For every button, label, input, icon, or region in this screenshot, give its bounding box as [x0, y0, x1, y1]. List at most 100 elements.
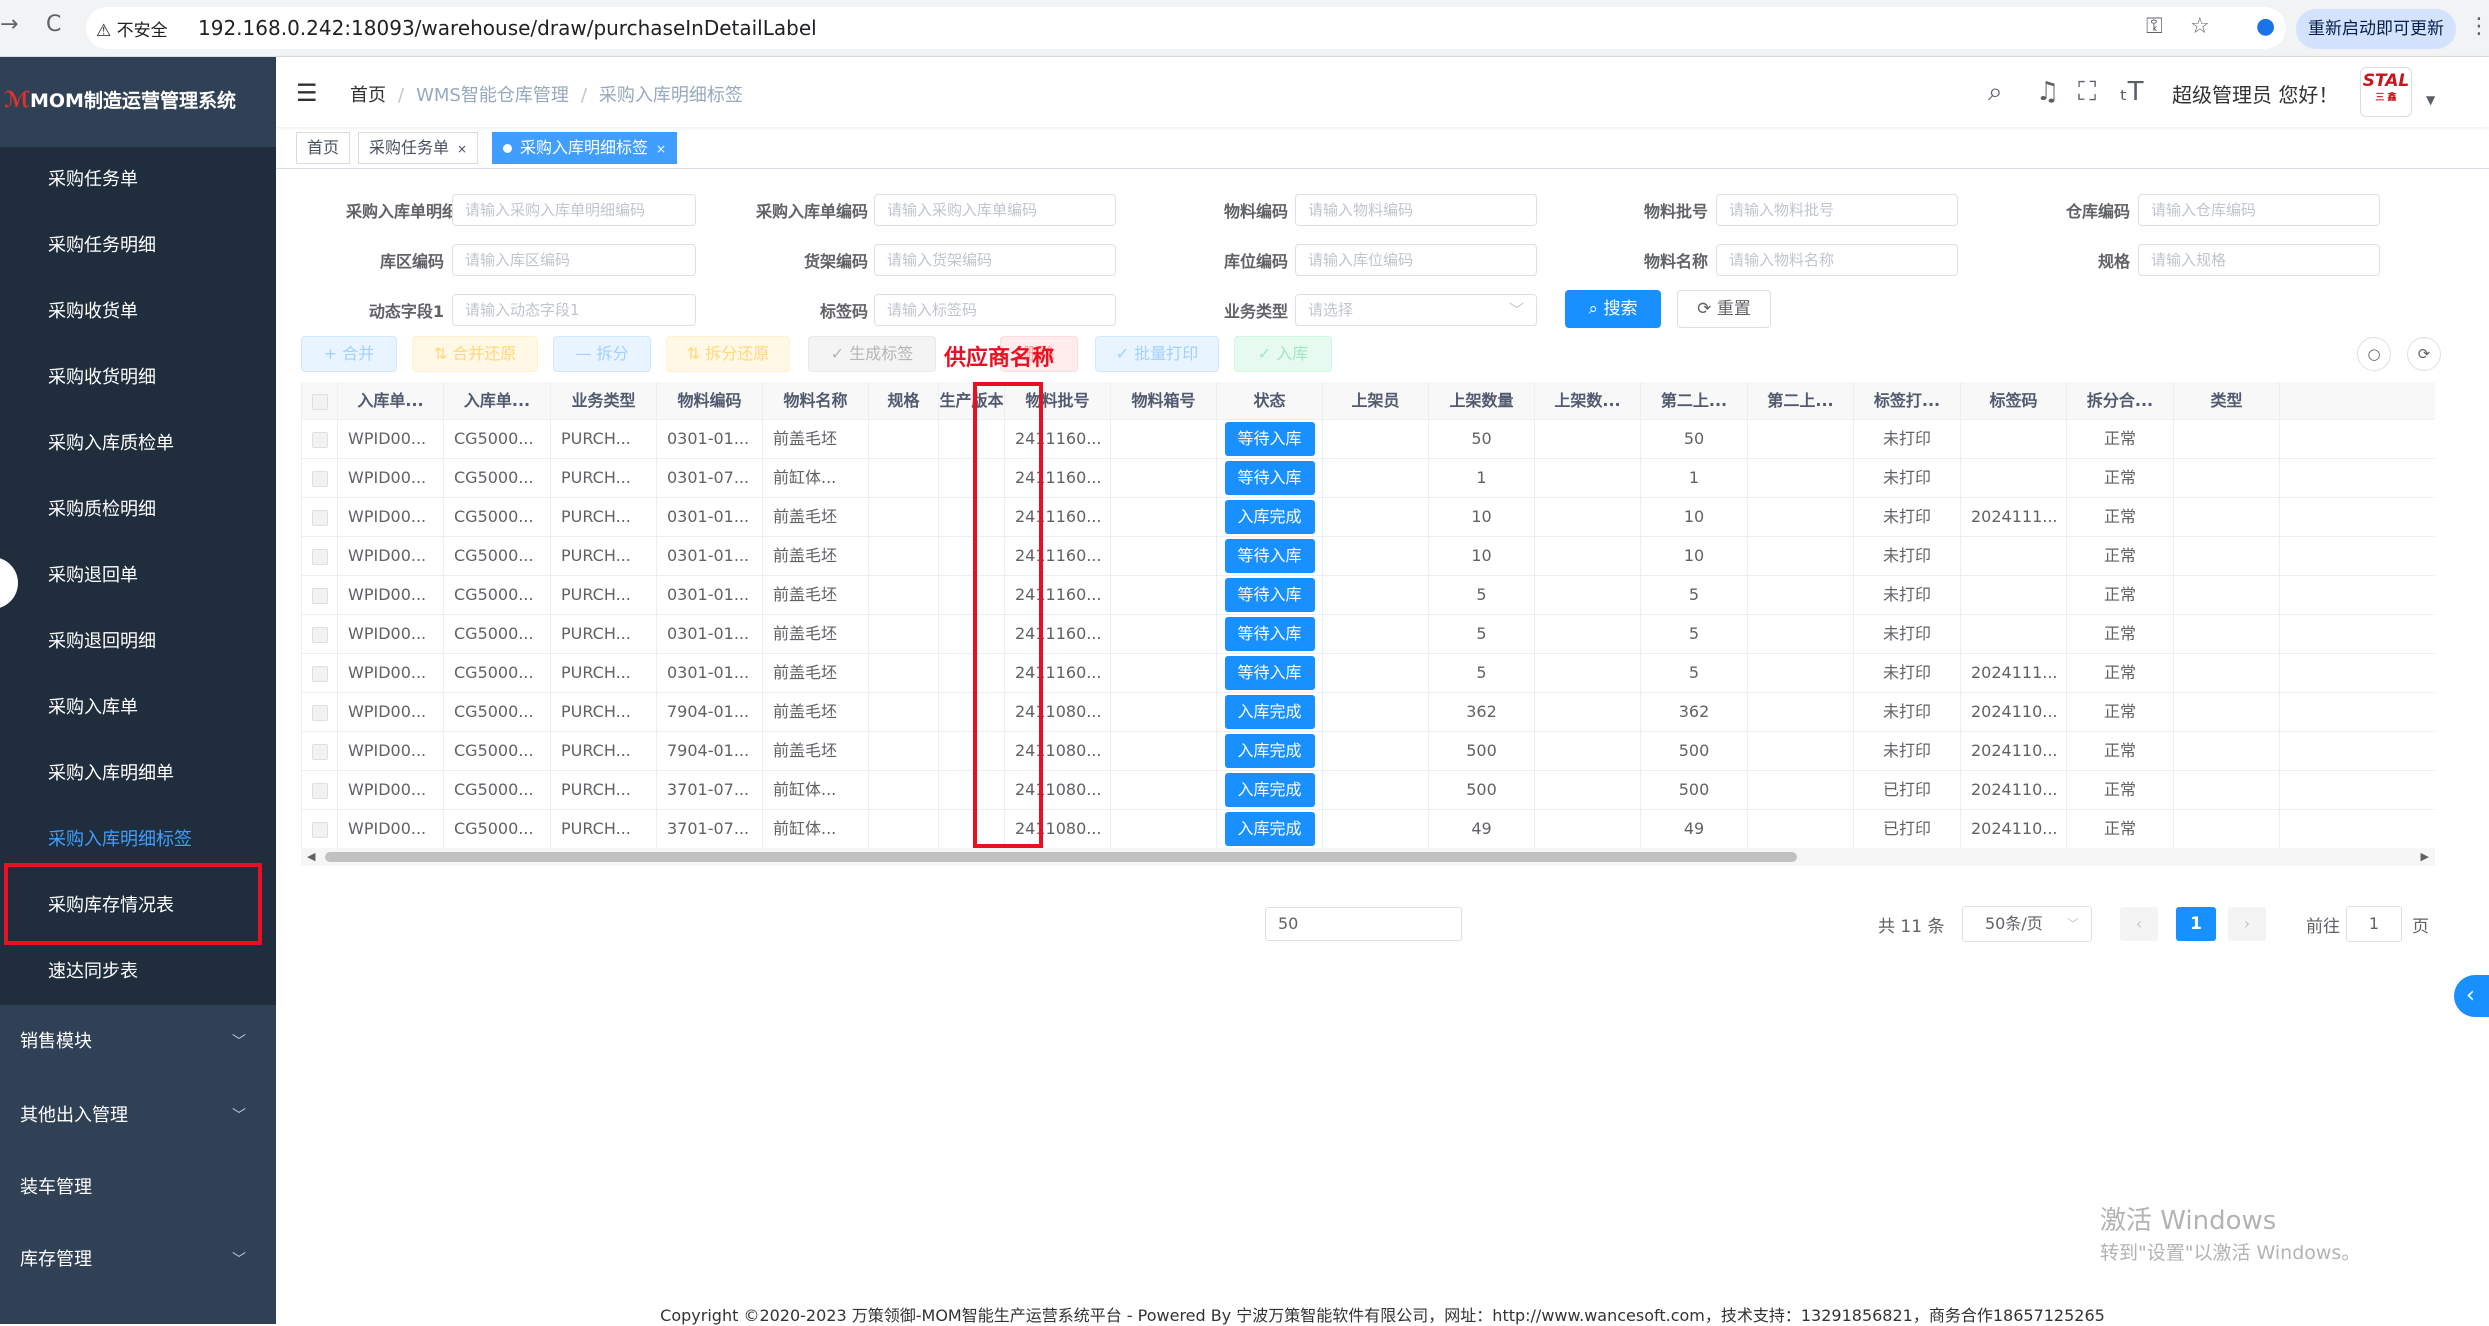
- split-button[interactable]: — 拆分: [553, 336, 651, 372]
- filter-input-material-name[interactable]: 请输入物料名称: [1716, 244, 1958, 276]
- avatar[interactable]: STAL 三 鑫: [2360, 67, 2412, 117]
- prev-page-button[interactable]: ‹: [2120, 907, 2158, 941]
- reload-icon[interactable]: C: [46, 12, 61, 37]
- status-badge[interactable]: 入库完成: [1224, 733, 1315, 768]
- status-badge[interactable]: 入库完成: [1224, 499, 1315, 534]
- per-page-select[interactable]: 50条/页 ﹀: [1962, 906, 2092, 942]
- scrollbar-thumb[interactable]: [325, 852, 1797, 862]
- column-header[interactable]: 物料编码: [657, 382, 763, 419]
- url-text[interactable]: 192.168.0.242:18093/warehouse/draw/purch…: [198, 16, 817, 40]
- batch-print-button[interactable]: ✓ 批量打印: [1095, 336, 1219, 372]
- row-checkbox-cell[interactable]: [302, 576, 338, 614]
- horizontal-scrollbar[interactable]: ◀ ▶: [301, 848, 2435, 866]
- filter-input-dynamic1[interactable]: 请输入动态字段1: [452, 294, 696, 326]
- column-header[interactable]: 标签打...: [1854, 382, 1961, 419]
- filter-input-warehouse-code[interactable]: 请输入仓库编码: [2138, 194, 2380, 226]
- tag-purchase-inbound-label[interactable]: 采购入库明细标签 ×: [492, 132, 678, 164]
- next-page-button[interactable]: ›: [2228, 907, 2266, 941]
- goto-page-input[interactable]: 1: [2346, 906, 2402, 942]
- status-badge[interactable]: 入库完成: [1224, 811, 1315, 846]
- toggle-search-icon[interactable]: ○: [2357, 337, 2391, 371]
- status-badge[interactable]: 入库完成: [1224, 772, 1315, 807]
- sidebar-item-purchase-qc[interactable]: 采购入库质检单: [0, 411, 276, 477]
- checkbox-icon[interactable]: [311, 587, 328, 604]
- row-checkbox-cell[interactable]: [302, 771, 338, 809]
- bell-icon[interactable]: ♫: [2036, 77, 2059, 107]
- hamburger-icon[interactable]: ☰: [296, 79, 318, 107]
- merge-button[interactable]: + 合并: [301, 336, 397, 372]
- page-size-input[interactable]: 50: [1265, 907, 1462, 941]
- row-checkbox-cell[interactable]: [302, 732, 338, 770]
- status-badge[interactable]: 入库完成: [1224, 694, 1315, 729]
- checkbox-icon[interactable]: [311, 665, 328, 682]
- checkbox-icon[interactable]: [311, 431, 328, 448]
- sidebar-item-suda-sync[interactable]: 速达同步表: [0, 939, 276, 1005]
- row-checkbox-cell[interactable]: [302, 654, 338, 692]
- checkbox-icon[interactable]: [311, 393, 328, 410]
- row-checkbox-cell[interactable]: [302, 498, 338, 536]
- generate-label-button[interactable]: ✓ 生成标签: [808, 336, 936, 372]
- column-header[interactable]: 上架员: [1323, 382, 1429, 419]
- column-header[interactable]: 物料名称: [763, 382, 869, 419]
- filter-input-detail-code[interactable]: 请输入采购入库单明细编码: [452, 194, 696, 226]
- star-icon[interactable]: ☆: [2190, 14, 2210, 39]
- sidebar-item-purchase-qc-detail[interactable]: 采购质检明细: [0, 477, 276, 543]
- status-badge[interactable]: 等待入库: [1224, 538, 1315, 573]
- inbound-button[interactable]: ✓ 入库: [1234, 336, 1332, 372]
- status-badge[interactable]: 等待入库: [1224, 616, 1315, 651]
- column-header[interactable]: 上架数量: [1429, 382, 1535, 419]
- filter-input-location-code[interactable]: 请输入库位编码: [1295, 244, 1537, 276]
- row-checkbox-cell[interactable]: [302, 810, 338, 848]
- sidebar-item-purchase-task[interactable]: 采购任务单: [0, 147, 276, 213]
- filter-input-inbound-code[interactable]: 请输入采购入库单编码: [874, 194, 1116, 226]
- close-icon[interactable]: ×: [457, 142, 467, 156]
- filter-input-area-code[interactable]: 请输入库区编码: [452, 244, 696, 276]
- filter-select-business-type[interactable]: 请选择 ﹀: [1295, 294, 1537, 326]
- sidebar-group-inventory[interactable]: 库存管理 ﹀: [0, 1227, 276, 1293]
- scroll-left-icon[interactable]: ◀: [307, 848, 315, 866]
- font-size-icon[interactable]: ₜT: [2120, 77, 2144, 107]
- sidebar-group-other-io[interactable]: 其他出入管理 ﹀: [0, 1083, 276, 1149]
- tag-home[interactable]: 首页: [296, 132, 351, 164]
- scroll-right-icon[interactable]: ▶: [2421, 848, 2429, 866]
- checkbox-icon[interactable]: [311, 743, 328, 760]
- status-badge[interactable]: 等待入库: [1224, 421, 1315, 456]
- unmerge-button[interactable]: ⇅ 合并还原: [412, 336, 538, 372]
- search-button[interactable]: ⌕ 搜索: [1565, 290, 1661, 328]
- address-bar[interactable]: ⚠ 不安全 192.168.0.242:18093/warehouse/draw…: [86, 7, 2286, 49]
- sidebar-item-purchase-receipt-detail[interactable]: 采购收货明细: [0, 345, 276, 411]
- filter-input-label-code[interactable]: 请输入标签码: [874, 294, 1116, 326]
- column-header[interactable]: 拆分合...: [2067, 382, 2174, 419]
- column-header[interactable]: 类型: [2174, 382, 2280, 419]
- column-header[interactable]: 入库单...: [444, 382, 551, 419]
- status-badge[interactable]: 等待入库: [1224, 577, 1315, 612]
- unsplit-button[interactable]: ⇅ 拆分还原: [666, 336, 790, 372]
- caret-down-icon[interactable]: ▼: [2426, 93, 2435, 107]
- key-icon[interactable]: ⚿: [2146, 14, 2163, 39]
- profile-icon[interactable]: ●: [2256, 14, 2275, 39]
- sidebar-item-purchase-return[interactable]: 采购退回单: [0, 543, 276, 609]
- sidebar-item-purchase-inbound-detail[interactable]: 采购入库明细单: [0, 741, 276, 807]
- row-checkbox-cell[interactable]: [302, 615, 338, 653]
- filter-input-shelf-code[interactable]: 请输入货架编码: [874, 244, 1116, 276]
- checkbox-icon[interactable]: [311, 548, 328, 565]
- page-number-1[interactable]: 1: [2176, 907, 2216, 941]
- column-header[interactable]: 规格: [869, 382, 939, 419]
- filter-input-spec[interactable]: 请输入规格: [2138, 244, 2380, 276]
- checkbox-icon[interactable]: [311, 782, 328, 799]
- checkbox-icon[interactable]: [311, 470, 328, 487]
- sidebar-item-purchase-return-detail[interactable]: 采购退回明细: [0, 609, 276, 675]
- collapse-panel-tab[interactable]: ‹: [2454, 975, 2489, 1017]
- row-checkbox-cell[interactable]: [302, 420, 338, 458]
- column-header[interactable]: 标签码: [1961, 382, 2067, 419]
- row-checkbox-cell[interactable]: [302, 459, 338, 497]
- row-checkbox-cell[interactable]: [302, 693, 338, 731]
- sidebar-group-loading[interactable]: 装车管理: [0, 1155, 276, 1221]
- column-header[interactable]: 业务类型: [551, 382, 657, 419]
- fullscreen-icon[interactable]: ⛶: [2078, 77, 2096, 108]
- checkbox-icon[interactable]: [311, 704, 328, 721]
- menu-icon[interactable]: ⋮: [2468, 14, 2489, 39]
- sidebar-item-purchase-inbound[interactable]: 采购入库单: [0, 675, 276, 741]
- filter-input-material-batch[interactable]: 请输入物料批号: [1716, 194, 1958, 226]
- column-header[interactable]: 物料箱号: [1111, 382, 1217, 419]
